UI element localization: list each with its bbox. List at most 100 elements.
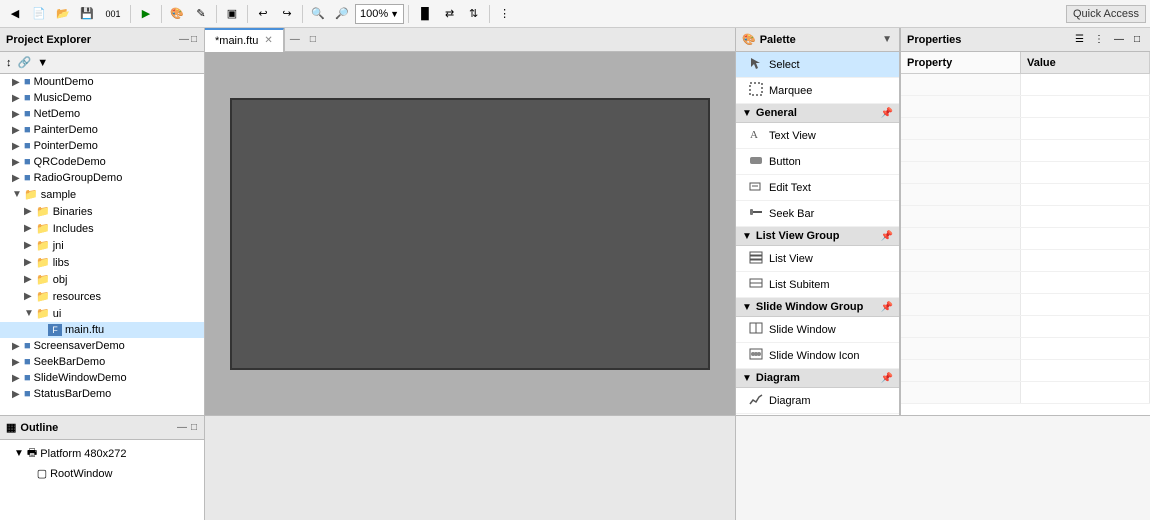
tree-item-jni[interactable]: ▶ 📁 jni (0, 237, 204, 254)
tree-item-sample[interactable]: ▼ 📁 sample (0, 186, 204, 203)
tree-view-toggle-btn[interactable]: ▼ (35, 55, 50, 71)
palette-item-listview[interactable]: List View (736, 246, 899, 272)
tree-item-netdemo[interactable]: ▶ ■ NetDemo (0, 106, 204, 122)
toolbar-btn-align1[interactable]: ▐▌ (413, 3, 437, 25)
expand-icon[interactable]: ▶ (24, 240, 36, 251)
toolbar-btn-undo[interactable]: ↩ (252, 3, 274, 25)
expand-icon[interactable]: ▼ (24, 308, 36, 319)
palette-item-listsubitem[interactable]: List Subitem (736, 272, 899, 298)
palette-item-textview[interactable]: A Text View (736, 123, 899, 149)
toolbar-btn-select-rect[interactable]: ▣ (221, 3, 243, 25)
expand-icon[interactable]: ▶ (12, 389, 24, 400)
tree-item-screensaverdemo[interactable]: ▶ ■ ScreensaverDemo (0, 338, 204, 354)
tree-item-mountdemo[interactable]: ▶ ■ MountDemo (0, 74, 204, 90)
toolbar-btn-zoom-out[interactable]: 🔍 (307, 3, 329, 25)
section-pin-icon[interactable]: 📌 (881, 302, 893, 313)
tree-item-main-ftu[interactable]: ▶ F main.ftu (0, 322, 204, 338)
outline-minimize[interactable]: ― (176, 421, 188, 434)
palette-section-diagram[interactable]: ▼ Diagram 📌 (736, 369, 899, 388)
tree-item-painterdemo[interactable]: ▶ ■ PainterDemo (0, 122, 204, 138)
section-pin-icon[interactable]: 📌 (881, 373, 893, 384)
properties-maximize[interactable]: □ (1130, 32, 1144, 47)
zoom-dropdown-icon[interactable]: ▼ (390, 9, 399, 19)
cursor-icon (748, 56, 764, 73)
expand-icon[interactable]: ▶ (12, 341, 24, 352)
expand-icon[interactable]: ▶ (12, 93, 24, 104)
editor-min-btn[interactable]: ― (285, 32, 305, 47)
toolbar-btn-new[interactable]: 📄 (28, 3, 50, 25)
outline-maximize[interactable]: □ (190, 421, 198, 434)
palette-section-general[interactable]: ▼ General 📌 (736, 104, 899, 123)
tree-item-resources[interactable]: ▶ 📁 resources (0, 288, 204, 305)
toolbar-btn-counter[interactable]: 001 (100, 3, 126, 25)
expand-icon[interactable]: ▶ (12, 373, 24, 384)
tree-item-radiogroupdemo[interactable]: ▶ ■ RadioGroupDemo (0, 170, 204, 186)
expand-icon[interactable]: ▶ (24, 274, 36, 285)
expand-icon[interactable]: ▶ (12, 77, 24, 88)
properties-minimize[interactable]: ― (1110, 32, 1128, 47)
tree-item-qrcodedemo[interactable]: ▶ ■ QRCodeDemo (0, 154, 204, 170)
tree-item-seekbardemo[interactable]: ▶ ■ SeekBarDemo (0, 354, 204, 370)
expand-icon[interactable]: ▶ (12, 109, 24, 120)
palette-item-slidewindow[interactable]: Slide Window (736, 317, 899, 343)
toolbar-btn-align3[interactable]: ⇅ (463, 3, 485, 25)
expand-icon[interactable]: ▶ (24, 206, 36, 217)
expand-icon[interactable]: ▶ (24, 291, 36, 302)
collapse-all-btn[interactable]: ↕ (4, 55, 14, 71)
editor-max-btn[interactable]: □ (305, 32, 321, 47)
tree-item-statusbardemo[interactable]: ▶ ■ StatusBarDemo (0, 386, 204, 402)
tree-item-ui[interactable]: ▼ 📁 ui (0, 305, 204, 322)
properties-btn1[interactable]: ☰ (1071, 32, 1088, 47)
toolbar-btn-pen[interactable]: ✎ (190, 3, 212, 25)
editor-tab-close-btn[interactable]: ✕ (264, 35, 272, 46)
editor-canvas-area[interactable] (205, 52, 735, 415)
outline-expand-icon[interactable]: ▼ (14, 448, 24, 459)
palette-item-button[interactable]: Button (736, 149, 899, 175)
palette-section-listview[interactable]: ▼ List View Group 📌 (736, 227, 899, 246)
quick-access-btn[interactable]: Quick Access (1066, 5, 1146, 23)
link-editor-btn[interactable]: 🔗 (16, 54, 34, 71)
toolbar-btn-1[interactable]: ◀ (4, 3, 26, 25)
toolbar-btn-align2[interactable]: ⇄ (439, 3, 461, 25)
properties-btn2[interactable]: ⋮ (1090, 32, 1108, 47)
section-pin-icon[interactable]: 📌 (881, 108, 893, 119)
project-explorer-minimize[interactable]: ― (178, 33, 190, 46)
palette-item-select[interactable]: Select (736, 52, 899, 78)
editor-tab-main-ftu[interactable]: *main.ftu ✕ (205, 28, 284, 52)
expand-icon[interactable]: ▼ (12, 189, 24, 200)
palette-section-slidewindow[interactable]: ▼ Slide Window Group 📌 (736, 298, 899, 317)
palette-menu-btn[interactable]: ▼ (881, 33, 893, 46)
toolbar-btn-redo[interactable]: ↪ (276, 3, 298, 25)
toolbar-btn-save[interactable]: 💾 (76, 3, 98, 25)
toolbar-btn-zoom-in[interactable]: 🔎 (331, 3, 353, 25)
expand-icon[interactable]: ▶ (12, 125, 24, 136)
palette-item-seekbar[interactable]: Seek Bar (736, 201, 899, 227)
palette-item-edittext[interactable]: Edit Text (736, 175, 899, 201)
editor-tab-bar-btns: ― □ (284, 28, 321, 52)
tree-item-musicdemo[interactable]: ▶ ■ MusicDemo (0, 90, 204, 106)
palette-item-marquee[interactable]: Marquee (736, 78, 899, 104)
expand-icon[interactable]: ▶ (12, 157, 24, 168)
project-explorer-maximize[interactable]: □ (190, 33, 198, 46)
tree-item-libs[interactable]: ▶ 📁 libs (0, 254, 204, 271)
toolbar-btn-run[interactable]: ▶ (135, 3, 157, 25)
toolbar-btn-grid[interactable]: ⋮ (494, 3, 516, 25)
expand-icon[interactable]: ▶ (24, 257, 36, 268)
tree-item-obj[interactable]: ▶ 📁 obj (0, 271, 204, 288)
outline-item-platform[interactable]: ▼ 🖶 Platform 480x272 (2, 442, 202, 465)
expand-icon[interactable]: ▶ (12, 357, 24, 368)
toolbar-btn-color[interactable]: 🎨 (166, 3, 188, 25)
tree-item-includes[interactable]: ▶ 📁 Includes (0, 220, 204, 237)
tree-item-binaries[interactable]: ▶ 📁 Binaries (0, 203, 204, 220)
expand-icon[interactable]: ▶ (12, 173, 24, 184)
tree-item-slidewindowdemo[interactable]: ▶ ■ SlideWindowDemo (0, 370, 204, 386)
section-pin-icon[interactable]: 📌 (881, 231, 893, 242)
expand-icon[interactable]: ▶ (24, 223, 36, 234)
outline-item-rootwindow[interactable]: ▶ ▢ RootWindow (2, 465, 202, 482)
tree-item-pointerdemo[interactable]: ▶ ■ PointerDemo (0, 138, 204, 154)
palette-item-slidewindowicon[interactable]: Slide Window Icon (736, 343, 899, 369)
palette-item-diagram[interactable]: Diagram (736, 388, 899, 414)
toolbar-btn-open[interactable]: 📂 (52, 3, 74, 25)
editor-canvas[interactable] (230, 98, 710, 370)
expand-icon[interactable]: ▶ (12, 141, 24, 152)
